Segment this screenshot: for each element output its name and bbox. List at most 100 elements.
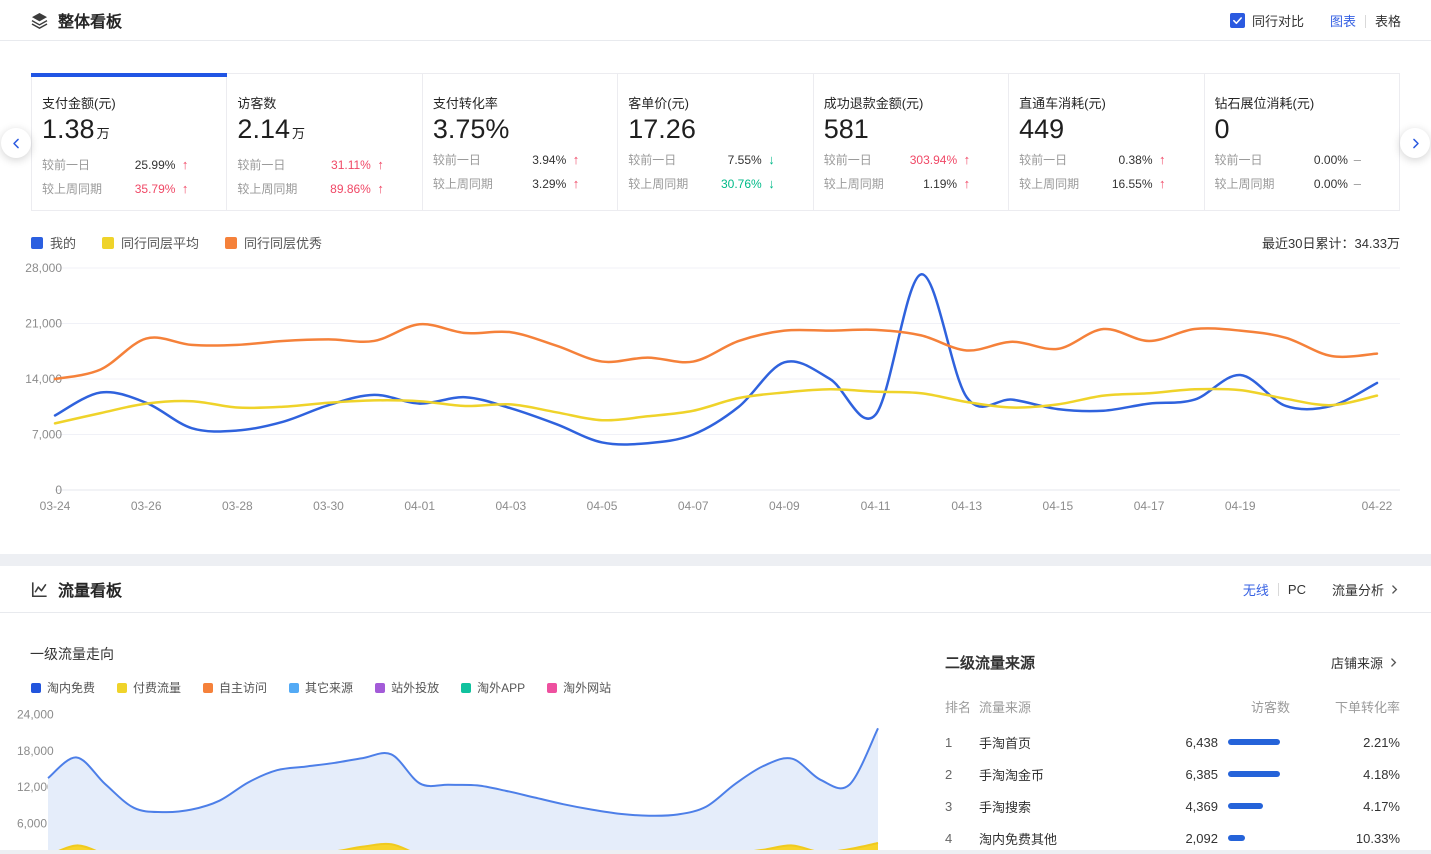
change-value: 89.86%: [330, 182, 371, 196]
source-row-3: 3手淘搜索4,3694.17%: [945, 790, 1400, 822]
card-active-indicator: [31, 73, 227, 77]
legend-swatch: [203, 683, 213, 693]
x-axis-tick: 03-24: [40, 499, 71, 513]
source-visitors: 6,385: [1140, 767, 1218, 782]
metric-value: 2.14万: [237, 114, 383, 149]
legend-item-1[interactable]: 淘内免费: [31, 679, 95, 696]
metric-change-row: 较上周同期0.00%–: [1215, 175, 1361, 192]
change-label: 较上周同期: [1215, 175, 1275, 192]
trend-up-icon: ↑: [566, 152, 579, 167]
x-axis-tick: 04-05: [587, 499, 618, 513]
metric-card-4[interactable]: 客单价(元)17.26较前一日7.55%↓较上周同期30.76%↓: [618, 73, 813, 211]
chevron-right-icon: [1388, 583, 1401, 596]
change-label: 较前一日: [824, 151, 872, 168]
legend-item-3[interactable]: 同行同层优秀: [225, 233, 322, 252]
change-value: 1.19%: [923, 177, 957, 191]
visitors-bar-cell: [1218, 803, 1290, 809]
trend-chart-icon: [30, 580, 49, 599]
change-label: 较前一日: [628, 151, 676, 168]
metric-value: 1.38万: [42, 114, 188, 149]
shop-source-link[interactable]: 店铺来源: [1331, 653, 1400, 672]
metric-card-2[interactable]: 访客数2.14万较前一日31.11%↑较上周同期89.86%↑: [227, 73, 422, 211]
trend-down-icon: ↓: [762, 176, 775, 191]
legend-swatch: [102, 237, 114, 249]
trend-up-icon: ↑: [175, 181, 188, 196]
series-line: [55, 389, 1377, 424]
change-value: 0.00%: [1314, 153, 1348, 167]
trend-up-icon: ↑: [371, 157, 384, 172]
traffic-title: 流量看板: [58, 577, 122, 601]
legend-swatch: [289, 683, 299, 693]
metric-card-3[interactable]: 支付转化率3.75%较前一日3.94%↑较上周同期3.29%↑: [423, 73, 618, 211]
series-line: [55, 324, 1377, 379]
metric-card-6[interactable]: 直通车消耗(元)449较前一日0.38%↑较上周同期16.55%↑: [1009, 73, 1204, 211]
cards-prev-button[interactable]: [1, 128, 31, 158]
tab-divider: [1278, 583, 1279, 596]
sources-table-header: 排名 流量来源 访客数 下单转化率: [945, 697, 1400, 716]
legend-label: 自主访问: [219, 679, 267, 696]
visitors-bar-cell: [1218, 739, 1290, 745]
metric-change-row: 较上周同期35.79%↑: [42, 180, 188, 197]
legend-item-1[interactable]: 我的: [31, 233, 76, 252]
tab-wireless[interactable]: 无线: [1243, 580, 1269, 599]
source-row-4: 4淘内免费其他2,09210.33%: [945, 822, 1400, 854]
series-line: [55, 274, 1377, 444]
visitors-bar: [1228, 771, 1280, 777]
change-value: 3.94%: [532, 153, 566, 167]
metric-label: 支付转化率: [433, 93, 579, 112]
change-value: 3.29%: [532, 177, 566, 191]
metric-label: 直通车消耗(元): [1019, 93, 1165, 112]
metric-value: 449: [1019, 114, 1165, 144]
metric-label: 访客数: [237, 93, 383, 112]
y-axis-tick: 24,000: [17, 707, 54, 721]
y-axis-tick: 7,000: [32, 428, 62, 442]
metric-card-1[interactable]: 支付金额(元)1.38万较前一日25.99%↑较上周同期35.79%↑: [31, 73, 227, 211]
legend-swatch: [31, 683, 41, 693]
visitors-bar: [1228, 803, 1263, 809]
legend-item-4[interactable]: 其它来源: [289, 679, 353, 696]
traffic-panel: 流量看板 无线 PC 流量分析 一级流量走向 淘内免费付费流量自主访问其它来源站…: [0, 566, 1431, 850]
legend-item-2[interactable]: 同行同层平均: [102, 233, 199, 252]
legend-item-7[interactable]: 淘外网站: [547, 679, 611, 696]
legend-item-2[interactable]: 付费流量: [117, 679, 181, 696]
peer-compare-checkbox[interactable]: [1230, 13, 1245, 28]
sources-title: 二级流量来源: [945, 652, 1035, 673]
no-change-dash: –: [1348, 176, 1361, 191]
source-visitors: 6,438: [1140, 735, 1218, 750]
col-conversion: 下单转化率: [1290, 697, 1400, 716]
metric-value: 0: [1215, 114, 1361, 144]
overview-panel: 整体看板 同行对比 图表表格 支付金额(元)1.38万较前一日25.99%↑较上…: [0, 0, 1431, 554]
traffic-analysis-link[interactable]: 流量分析: [1332, 580, 1401, 599]
legend-item-3[interactable]: 自主访问: [203, 679, 267, 696]
source-rank: 1: [945, 735, 979, 750]
y-axis-tick: 28,000: [25, 261, 62, 275]
change-label: 较前一日: [1215, 151, 1263, 168]
source-rank: 4: [945, 831, 979, 846]
metric-card-7[interactable]: 钻石展位消耗(元)0较前一日0.00%–较上周同期0.00%–: [1205, 73, 1400, 211]
source-row-1: 1手淘首页6,4382.21%: [945, 726, 1400, 758]
trend-up-icon: ↑: [957, 176, 970, 191]
metric-change-row: 较前一日7.55%↓: [628, 151, 774, 168]
source-rank: 3: [945, 799, 979, 814]
total-30d-label: 最近30日累计：34.33万: [1262, 233, 1400, 252]
legend-item-5[interactable]: 站外投放: [375, 679, 439, 696]
tab-pc[interactable]: PC: [1288, 582, 1306, 597]
cards-next-button[interactable]: [1400, 128, 1430, 158]
peer-compare-label[interactable]: 同行对比: [1252, 11, 1304, 30]
source-name: 手淘首页: [979, 733, 1140, 752]
legend-swatch: [225, 237, 237, 249]
change-value: 31.11%: [331, 158, 371, 172]
metric-card-5[interactable]: 成功退款金额(元)581较前一日303.94%↑较上周同期1.19%↑: [814, 73, 1009, 211]
secondary-traffic-sources: 二级流量来源 店铺来源 排名 流量来源 访客数 下单转化率 1手淘首页6,438…: [945, 652, 1400, 854]
metric-change-row: 较前一日31.11%↑: [237, 156, 383, 173]
legend-item-6[interactable]: 淘外APP: [461, 679, 525, 696]
legend-swatch: [547, 683, 557, 693]
trend-down-icon: ↓: [762, 152, 775, 167]
legend-swatch: [117, 683, 127, 693]
view-table-toggle[interactable]: 表格: [1375, 14, 1401, 29]
change-label: 较上周同期: [42, 180, 102, 197]
source-conversion: 4.18%: [1290, 767, 1400, 782]
view-chart-toggle[interactable]: 图表: [1330, 14, 1356, 29]
overview-trend-chart[interactable]: 07,00014,00021,00028,00003-2403-2603-280…: [0, 256, 1431, 526]
traffic-trend-chart[interactable]: 6,00012,00018,00024,000: [0, 700, 900, 850]
